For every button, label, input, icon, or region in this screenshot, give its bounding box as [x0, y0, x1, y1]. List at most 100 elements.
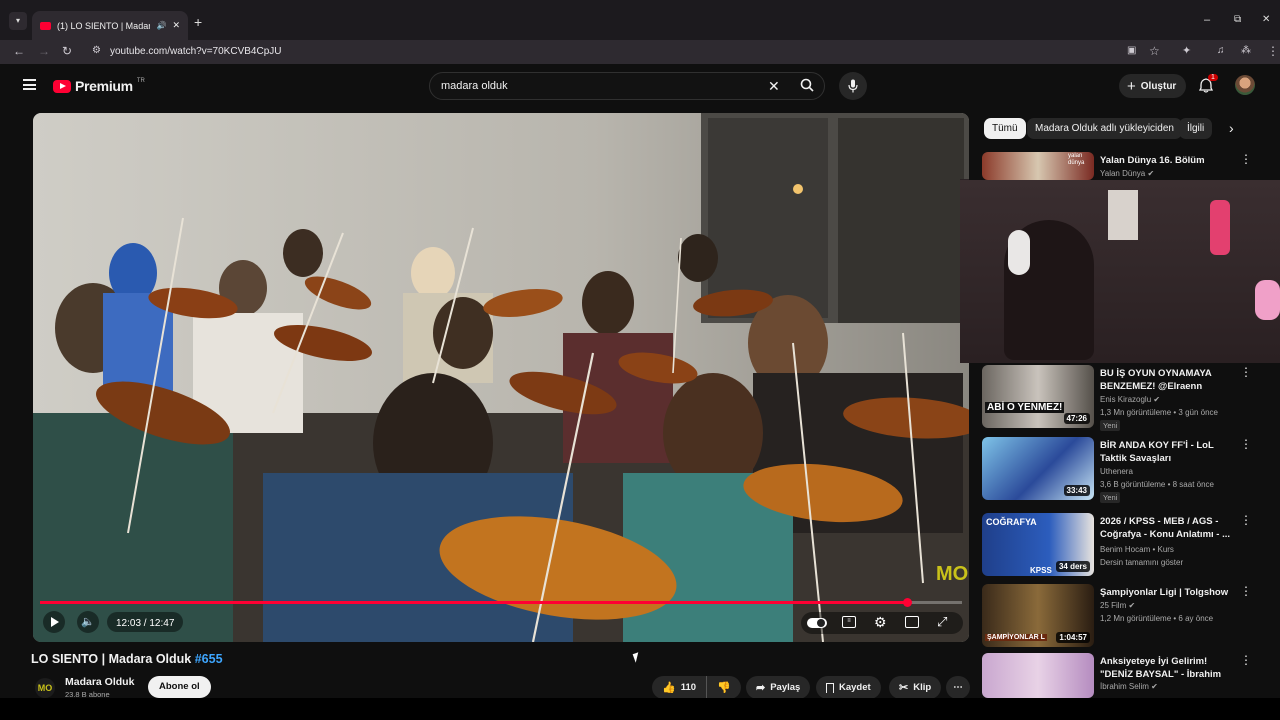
browser-tab-bar: ▾ (1) LO SIENTO | Madara Ol 🔊 ✕ + – ⧉ ✕	[0, 0, 1280, 40]
autoplay-toggle[interactable]	[807, 618, 827, 628]
voice-search-button[interactable]	[839, 72, 867, 100]
settings-gear-icon[interactable]: ⚙	[874, 614, 887, 631]
progress-scrubber[interactable]	[902, 598, 912, 607]
clip-label: Klip	[913, 682, 932, 693]
mouse-cursor-icon	[632, 652, 642, 663]
dislike-button[interactable]: 👎	[707, 681, 741, 694]
item-menu-icon[interactable]: ⋮	[1240, 365, 1252, 379]
more-actions-button[interactable]: ⋯	[946, 676, 970, 699]
item-menu-icon[interactable]: ⋮	[1240, 584, 1252, 598]
video-title[interactable]: 2026 / KPSS - MEB / AGS - Coğrafya - Kon…	[1100, 515, 1238, 541]
extensions-icon[interactable]: ✦	[1182, 44, 1191, 57]
chip-related[interactable]: İlgili	[1179, 118, 1213, 139]
search-box[interactable]: madara olduk ✕	[429, 72, 825, 100]
duration-badge: 1:04:57	[1056, 632, 1090, 643]
search-icon[interactable]	[800, 78, 814, 92]
back-arrow-icon[interactable]: ←	[13, 44, 25, 58]
video-frame-orchestra	[33, 113, 969, 642]
channel-name[interactable]: 25 Film ✔	[1100, 601, 1135, 610]
thumbnail[interactable]: ŞAMPİYONLAR L 1:04:57	[982, 584, 1094, 647]
scissors-icon: ✂	[899, 682, 909, 694]
site-info-icon[interactable]: ⚙	[92, 45, 101, 56]
video-title[interactable]: Anksiyeteye İyi Gelirim! "DENİZ BAYSAL" …	[1100, 655, 1238, 681]
create-button[interactable]: + Oluştur	[1119, 74, 1187, 98]
tab-list-dropdown-icon[interactable]: ▾	[9, 12, 27, 30]
channel-watermark[interactable]: MO	[936, 563, 968, 586]
channel-name[interactable]: Yalan Dünya ✔	[1100, 169, 1154, 178]
youtube-play-logo-icon	[53, 79, 71, 93]
channel-name[interactable]: Uthenera	[1100, 467, 1133, 476]
video-title[interactable]: Yalan Dünya 16. Bölüm	[1100, 154, 1238, 167]
miniplayer-icon[interactable]	[905, 616, 919, 628]
bookmark-star-icon[interactable]: ☆	[1149, 44, 1160, 58]
thumbnail[interactable]: yalan dünya	[982, 152, 1094, 180]
thumb-caption: ABİ O YENMEZ!	[985, 402, 1065, 413]
forward-arrow-icon[interactable]: →	[38, 44, 50, 58]
window-maximize-button[interactable]: ⧉	[1234, 14, 1241, 25]
browser-menu-icon[interactable]: ⋮	[1267, 44, 1279, 58]
new-tab-button[interactable]: +	[194, 14, 202, 30]
volume-button[interactable]: 🔈	[77, 611, 99, 633]
hamburger-menu-icon[interactable]	[23, 79, 36, 90]
share-label: Paylaş	[770, 682, 801, 693]
thumbnail[interactable]: 33:43	[982, 437, 1094, 500]
window-minimize-button[interactable]: –	[1204, 14, 1210, 26]
url-text[interactable]: youtube.com/watch?v=70KCVB4CpJU	[110, 46, 281, 57]
progress-bar[interactable]	[40, 598, 962, 607]
channel-name[interactable]: İbrahim Selim ✔	[1100, 682, 1158, 691]
like-button[interactable]: 👍 110	[652, 676, 708, 699]
duration-badge: 47:26	[1063, 413, 1090, 424]
create-label: Oluştur	[1140, 80, 1177, 92]
reload-icon[interactable]: ↻	[62, 44, 72, 58]
video-title: LO SIENTO | Madara Olduk #655	[31, 652, 223, 666]
verified-check-icon: ✔	[1147, 169, 1155, 178]
channel-name[interactable]: Madara Olduk	[65, 676, 134, 688]
browser-tab-active[interactable]: (1) LO SIENTO | Madara Ol 🔊 ✕	[32, 11, 188, 40]
avatar[interactable]	[1235, 75, 1255, 95]
video-title[interactable]: BİR ANDA KOY FF'İ - LoL Taktik Savaşları	[1100, 439, 1238, 465]
video-title[interactable]: Şampiyonlar Ligi | Tolgshow	[1100, 586, 1238, 599]
thumbnail[interactable]: COĞRAFYA KPSS 34 ders	[982, 513, 1094, 576]
tab-title: (1) LO SIENTO | Madara Ol	[57, 20, 151, 31]
video-player[interactable]: MO 🔈 12:03 / 12:47 ≡ ⚙ ⤢	[33, 113, 969, 642]
play-button[interactable]	[43, 611, 65, 633]
item-menu-icon[interactable]: ⋮	[1240, 437, 1252, 451]
clip-button[interactable]: ✂ Klip	[889, 676, 942, 699]
video-title-text: LO SIENTO | Madara Olduk	[31, 652, 192, 666]
video-title[interactable]: BU İŞ OYUN OYNAMAYA BENZEMEZ! @Elraenn Y…	[1100, 367, 1238, 393]
channel-avatar[interactable]: MO	[35, 678, 55, 698]
clear-search-icon[interactable]: ✕	[768, 78, 780, 95]
hashtag-link[interactable]: #655	[195, 652, 223, 666]
media-control-icon[interactable]: ♫	[1217, 45, 1225, 56]
thumbnail[interactable]: ABİ O YENMEZ! 47:26	[982, 365, 1094, 428]
audio-playing-icon[interactable]: 🔊	[156, 21, 166, 30]
chevron-right-icon[interactable]: ›	[1229, 120, 1234, 136]
thumbs-down-icon: 👎	[717, 682, 731, 694]
notifications-button[interactable]: 1	[1198, 74, 1218, 98]
save-button[interactable]: Kaydet	[816, 676, 881, 699]
course-link[interactable]: Dersin tamamını göster	[1100, 558, 1183, 567]
fullscreen-icon[interactable]: ⤢	[937, 614, 947, 630]
subtitles-icon[interactable]: ≡	[842, 616, 856, 628]
translate-icon[interactable]: ⁂	[1241, 45, 1251, 56]
item-menu-icon[interactable]: ⋮	[1240, 513, 1252, 527]
chip-all[interactable]: Tümü	[984, 118, 1026, 139]
browser-toolbar: ← → ↻ ⚙ youtube.com/watch?v=70KCVB4CpJU …	[0, 40, 1280, 64]
window-close-button[interactable]: ✕	[1262, 14, 1270, 25]
channel-name[interactable]: Enis Kirazoglu ✔	[1100, 395, 1160, 404]
share-button[interactable]: ➦ Paylaş	[746, 676, 811, 699]
microphone-pink	[1210, 200, 1230, 255]
channel-name[interactable]: Benim Hocam • Kurs	[1100, 545, 1174, 554]
search-input[interactable]: madara olduk	[441, 80, 508, 92]
item-menu-icon[interactable]: ⋮	[1240, 653, 1252, 667]
tab-close-icon[interactable]: ✕	[172, 20, 180, 31]
youtube-logo[interactable]: Premium TR	[53, 78, 145, 94]
install-app-icon[interactable]: ▣	[1127, 45, 1136, 56]
subscribe-button[interactable]: Abone ol	[148, 676, 211, 698]
thumbnail[interactable]	[982, 653, 1094, 698]
bookmark-icon	[826, 682, 834, 693]
list-item[interactable]: yalan dünya Yalan Dünya 16. Bölüm Yalan …	[982, 152, 1262, 180]
chip-from-uploader[interactable]: Madara Olduk adlı yükleyiciden	[1027, 118, 1182, 139]
item-menu-icon[interactable]: ⋮	[1240, 152, 1252, 166]
time-text: 12:03 / 12:47	[116, 618, 175, 629]
